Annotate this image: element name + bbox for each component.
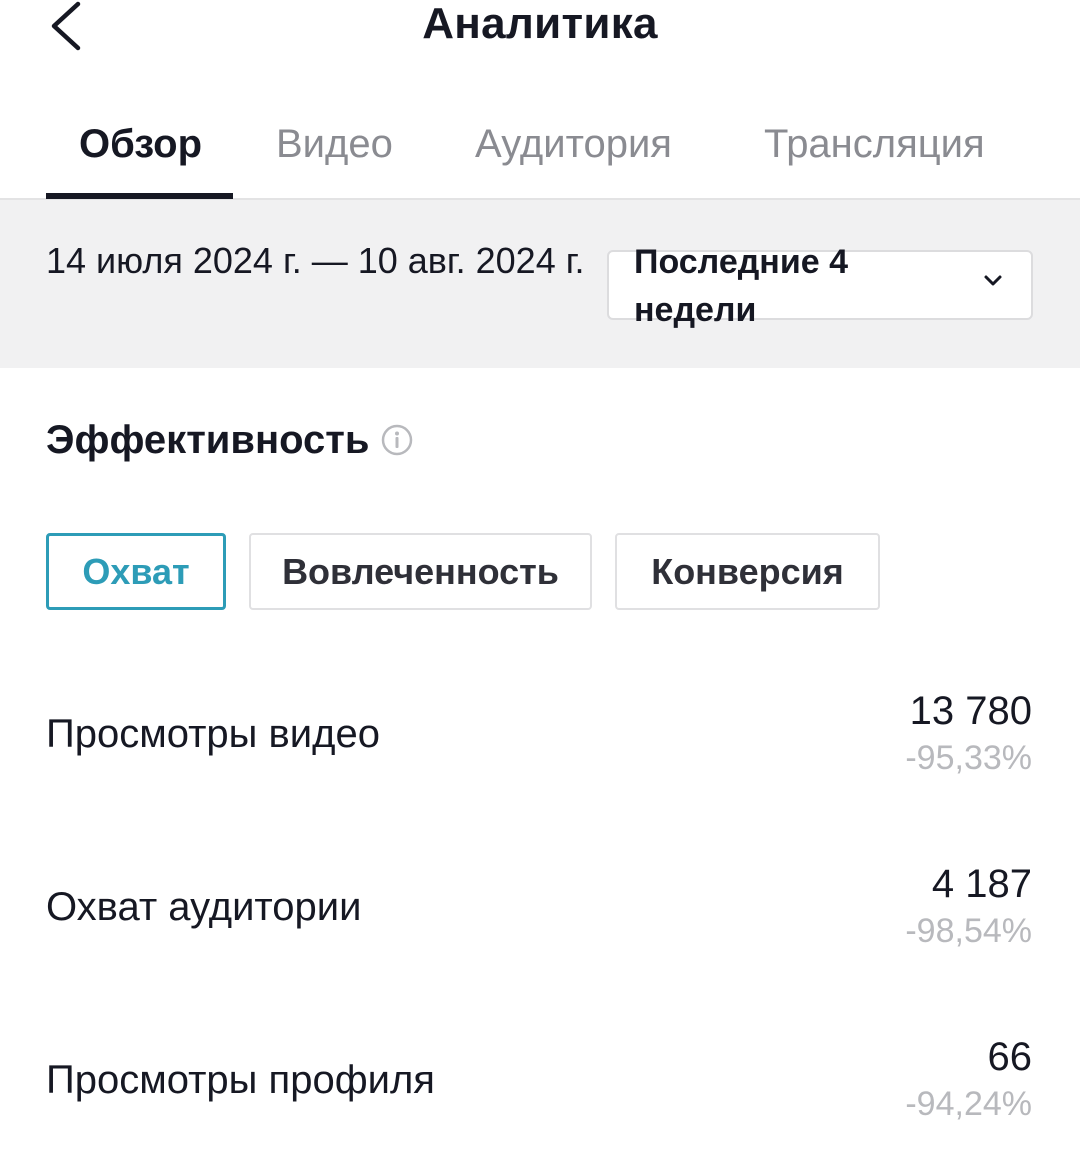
tab-overview[interactable]: Обзор [79, 120, 202, 168]
metric-label: Просмотры видео [46, 712, 380, 756]
tab-video[interactable]: Видео [276, 120, 393, 168]
metric-label: Охват аудитории [46, 885, 362, 929]
section-title: Эффективность [46, 418, 370, 462]
chevron-down-icon [983, 274, 1003, 293]
segment-conversion[interactable]: Конверсия [615, 533, 880, 610]
tab-audience[interactable]: Аудитория [475, 120, 672, 168]
page-title: Аналитика [422, 0, 658, 48]
metric-value: 13 780 [909, 689, 1032, 733]
tab-bar: Обзор Видео Аудитория Трансляция [0, 100, 1080, 200]
metric-value: 4 187 [931, 862, 1032, 906]
metric-delta: -95,33% [905, 739, 1032, 777]
active-tab-indicator [46, 193, 233, 199]
date-range-text: 14 июля 2024 г. — 10 авг. 2024 г. [46, 240, 585, 281]
metric-value: 66 [987, 1035, 1033, 1079]
info-icon[interactable] [381, 424, 413, 456]
segment-reach[interactable]: Охват [46, 533, 226, 610]
date-filter-bar: 14 июля 2024 г. — 10 авг. 2024 г. Послед… [0, 200, 1080, 368]
metric-delta: -94,24% [905, 1085, 1032, 1123]
metric-delta: -98,54% [905, 912, 1032, 950]
tab-live[interactable]: Трансляция [764, 120, 985, 168]
segment-engagement[interactable]: Вовлеченность [249, 533, 592, 610]
period-dropdown[interactable]: Последние 4 недели [607, 243, 1033, 329]
header: Аналитика [0, 0, 1080, 60]
metric-label: Просмотры профиля [46, 1058, 435, 1102]
period-dropdown-label: Последние 4 недели [634, 243, 849, 329]
